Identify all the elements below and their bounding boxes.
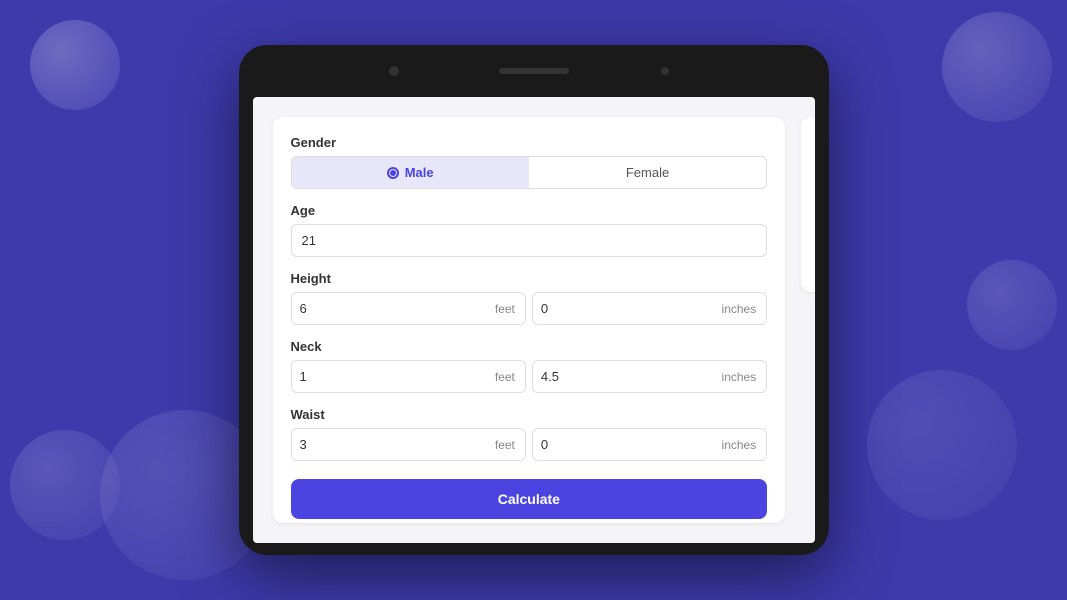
waist-feet-unit: feet bbox=[491, 430, 525, 460]
neck-inches-unit: inches bbox=[718, 362, 767, 392]
gender-field-group: Gender Male Female bbox=[291, 135, 768, 189]
tablet-speaker bbox=[499, 68, 569, 74]
neck-feet-unit: feet bbox=[491, 362, 525, 392]
height-measurement-row: feet inches bbox=[291, 292, 768, 325]
tablet-camera bbox=[389, 66, 399, 76]
height-inches-unit: inches bbox=[718, 294, 767, 324]
height-field-group: Height feet inches bbox=[291, 271, 768, 325]
waist-label: Waist bbox=[291, 407, 768, 422]
height-inches-group: inches bbox=[532, 292, 767, 325]
gender-female-option[interactable]: Female bbox=[529, 157, 766, 188]
male-radio-dot bbox=[387, 167, 399, 179]
female-label: Female bbox=[626, 165, 669, 180]
form-panel: Gender Male Female Age bbox=[273, 117, 786, 523]
age-input[interactable] bbox=[291, 224, 768, 257]
bg-decoration-1 bbox=[30, 20, 120, 110]
gender-toggle: Male Female bbox=[291, 156, 768, 189]
neck-measurement-row: feet inches bbox=[291, 360, 768, 393]
waist-measurement-row: feet inches bbox=[291, 428, 768, 461]
neck-label: Neck bbox=[291, 339, 768, 354]
bg-decoration-7 bbox=[967, 260, 1057, 350]
calculate-button[interactable]: Calculate bbox=[291, 479, 768, 519]
bg-decoration-6 bbox=[867, 370, 1017, 520]
neck-feet-group: feet bbox=[291, 360, 526, 393]
height-feet-unit: feet bbox=[491, 294, 525, 324]
waist-field-group: Waist feet inches bbox=[291, 407, 768, 461]
tablet-screen: Gender Male Female Age bbox=[253, 97, 815, 543]
waist-feet-group: feet bbox=[291, 428, 526, 461]
height-feet-input[interactable] bbox=[292, 293, 491, 324]
result-panel: Result: Body Fat = 18% You meet the Depa… bbox=[801, 117, 814, 292]
bg-decoration-3 bbox=[942, 12, 1052, 122]
age-field-group: Age bbox=[291, 203, 768, 257]
height-feet-group: feet bbox=[291, 292, 526, 325]
age-label: Age bbox=[291, 203, 768, 218]
neck-feet-input[interactable] bbox=[292, 361, 491, 392]
male-radio-dot-inner bbox=[390, 170, 396, 176]
gender-male-option[interactable]: Male bbox=[292, 157, 529, 188]
neck-inches-input[interactable] bbox=[533, 361, 718, 392]
neck-inches-group: inches bbox=[532, 360, 767, 393]
neck-field-group: Neck feet inches bbox=[291, 339, 768, 393]
waist-inches-group: inches bbox=[532, 428, 767, 461]
waist-feet-input[interactable] bbox=[292, 429, 491, 460]
tablet-frame: Gender Male Female Age bbox=[239, 45, 829, 555]
bg-decoration-5 bbox=[10, 430, 120, 540]
tablet-dot bbox=[661, 67, 669, 75]
height-label: Height bbox=[291, 271, 768, 286]
male-label: Male bbox=[405, 165, 434, 180]
height-inches-input[interactable] bbox=[533, 293, 718, 324]
gender-label: Gender bbox=[291, 135, 768, 150]
waist-inches-input[interactable] bbox=[533, 429, 718, 460]
tablet-top-bar bbox=[239, 45, 829, 97]
waist-inches-unit: inches bbox=[718, 430, 767, 460]
